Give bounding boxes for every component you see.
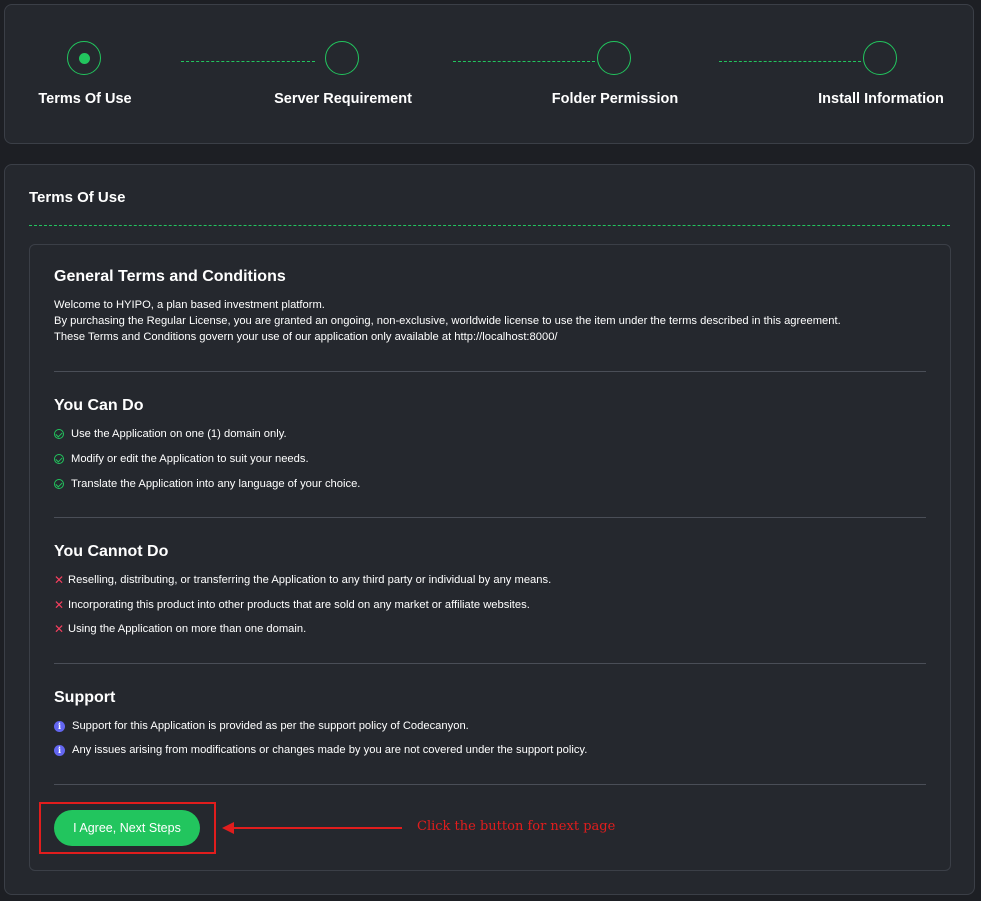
section-divider bbox=[54, 371, 926, 372]
general-terms-line: Welcome to HYIPO, a plan based investmen… bbox=[54, 299, 325, 311]
cannot-do-item: ✕ Using the Application on more than one… bbox=[54, 622, 306, 636]
annotation-arrow-line bbox=[230, 827, 402, 829]
cannot-do-item: ✕ Reselling, distributing, or transferri… bbox=[54, 573, 551, 587]
step-circle bbox=[597, 41, 631, 75]
cannot-do-text: Using the Application on more than one d… bbox=[68, 623, 307, 635]
can-do-text: Translate the Application into any langu… bbox=[71, 478, 361, 490]
step-circle bbox=[325, 41, 359, 75]
check-circle-icon bbox=[54, 454, 64, 464]
can-do-item: Use the Application on one (1) domain on… bbox=[54, 427, 287, 441]
support-text: Any issues arising from modifications or… bbox=[72, 744, 588, 756]
can-do-text: Modify or edit the Application to suit y… bbox=[71, 453, 309, 465]
active-step-dot-icon bbox=[79, 53, 90, 64]
arrow-left-icon bbox=[222, 822, 234, 834]
terms-content: General Terms and Conditions Welcome to … bbox=[29, 244, 951, 871]
check-circle-icon bbox=[54, 429, 64, 439]
step-label: Terms Of Use bbox=[38, 91, 132, 107]
can-do-heading: You Can Do bbox=[54, 397, 144, 414]
cannot-do-text: Reselling, distributing, or transferring… bbox=[68, 574, 552, 586]
info-icon: i bbox=[54, 744, 65, 756]
general-terms-heading: General Terms and Conditions bbox=[54, 268, 286, 285]
step-circle bbox=[67, 41, 101, 75]
info-icon: i bbox=[54, 720, 65, 732]
step-connector bbox=[719, 61, 861, 62]
installation-stepper: Terms Of Use Server Requirement Folder P… bbox=[4, 4, 974, 144]
support-item: i Support for this Application is provid… bbox=[54, 719, 469, 733]
support-item: i Any issues arising from modifications … bbox=[54, 743, 587, 757]
support-text: Support for this Application is provided… bbox=[72, 720, 469, 732]
check-circle-icon bbox=[54, 479, 64, 489]
support-heading: Support bbox=[54, 689, 116, 706]
step-label: Install Information bbox=[818, 91, 944, 107]
section-divider bbox=[54, 517, 926, 518]
terms-card: Terms Of Use General Terms and Condition… bbox=[4, 164, 975, 895]
cannot-do-item: ✕ Incorporating this product into other … bbox=[54, 598, 530, 612]
x-icon: ✕ bbox=[54, 622, 65, 636]
step-label: Server Requirement bbox=[274, 91, 412, 107]
can-do-item: Modify or edit the Application to suit y… bbox=[54, 452, 309, 466]
button-highlight-box bbox=[39, 802, 216, 854]
annotation-text: Click the button for next page bbox=[417, 819, 616, 834]
general-terms-line: These Terms and Conditions govern your u… bbox=[54, 331, 558, 343]
step-circle bbox=[863, 41, 897, 75]
x-icon: ✕ bbox=[54, 573, 65, 587]
step-label: Folder Permission bbox=[551, 91, 679, 107]
title-divider bbox=[29, 225, 950, 226]
page-title: Terms Of Use bbox=[29, 189, 126, 206]
section-divider bbox=[54, 784, 926, 785]
section-divider bbox=[54, 663, 926, 664]
step-connector bbox=[453, 61, 595, 62]
x-icon: ✕ bbox=[54, 598, 65, 612]
cannot-do-heading: You Cannot Do bbox=[54, 543, 169, 560]
cannot-do-text: Incorporating this product into other pr… bbox=[68, 599, 530, 611]
step-connector bbox=[181, 61, 315, 62]
can-do-item: Translate the Application into any langu… bbox=[54, 477, 360, 491]
general-terms-line: By purchasing the Regular License, you a… bbox=[54, 315, 841, 327]
can-do-text: Use the Application on one (1) domain on… bbox=[71, 428, 287, 440]
